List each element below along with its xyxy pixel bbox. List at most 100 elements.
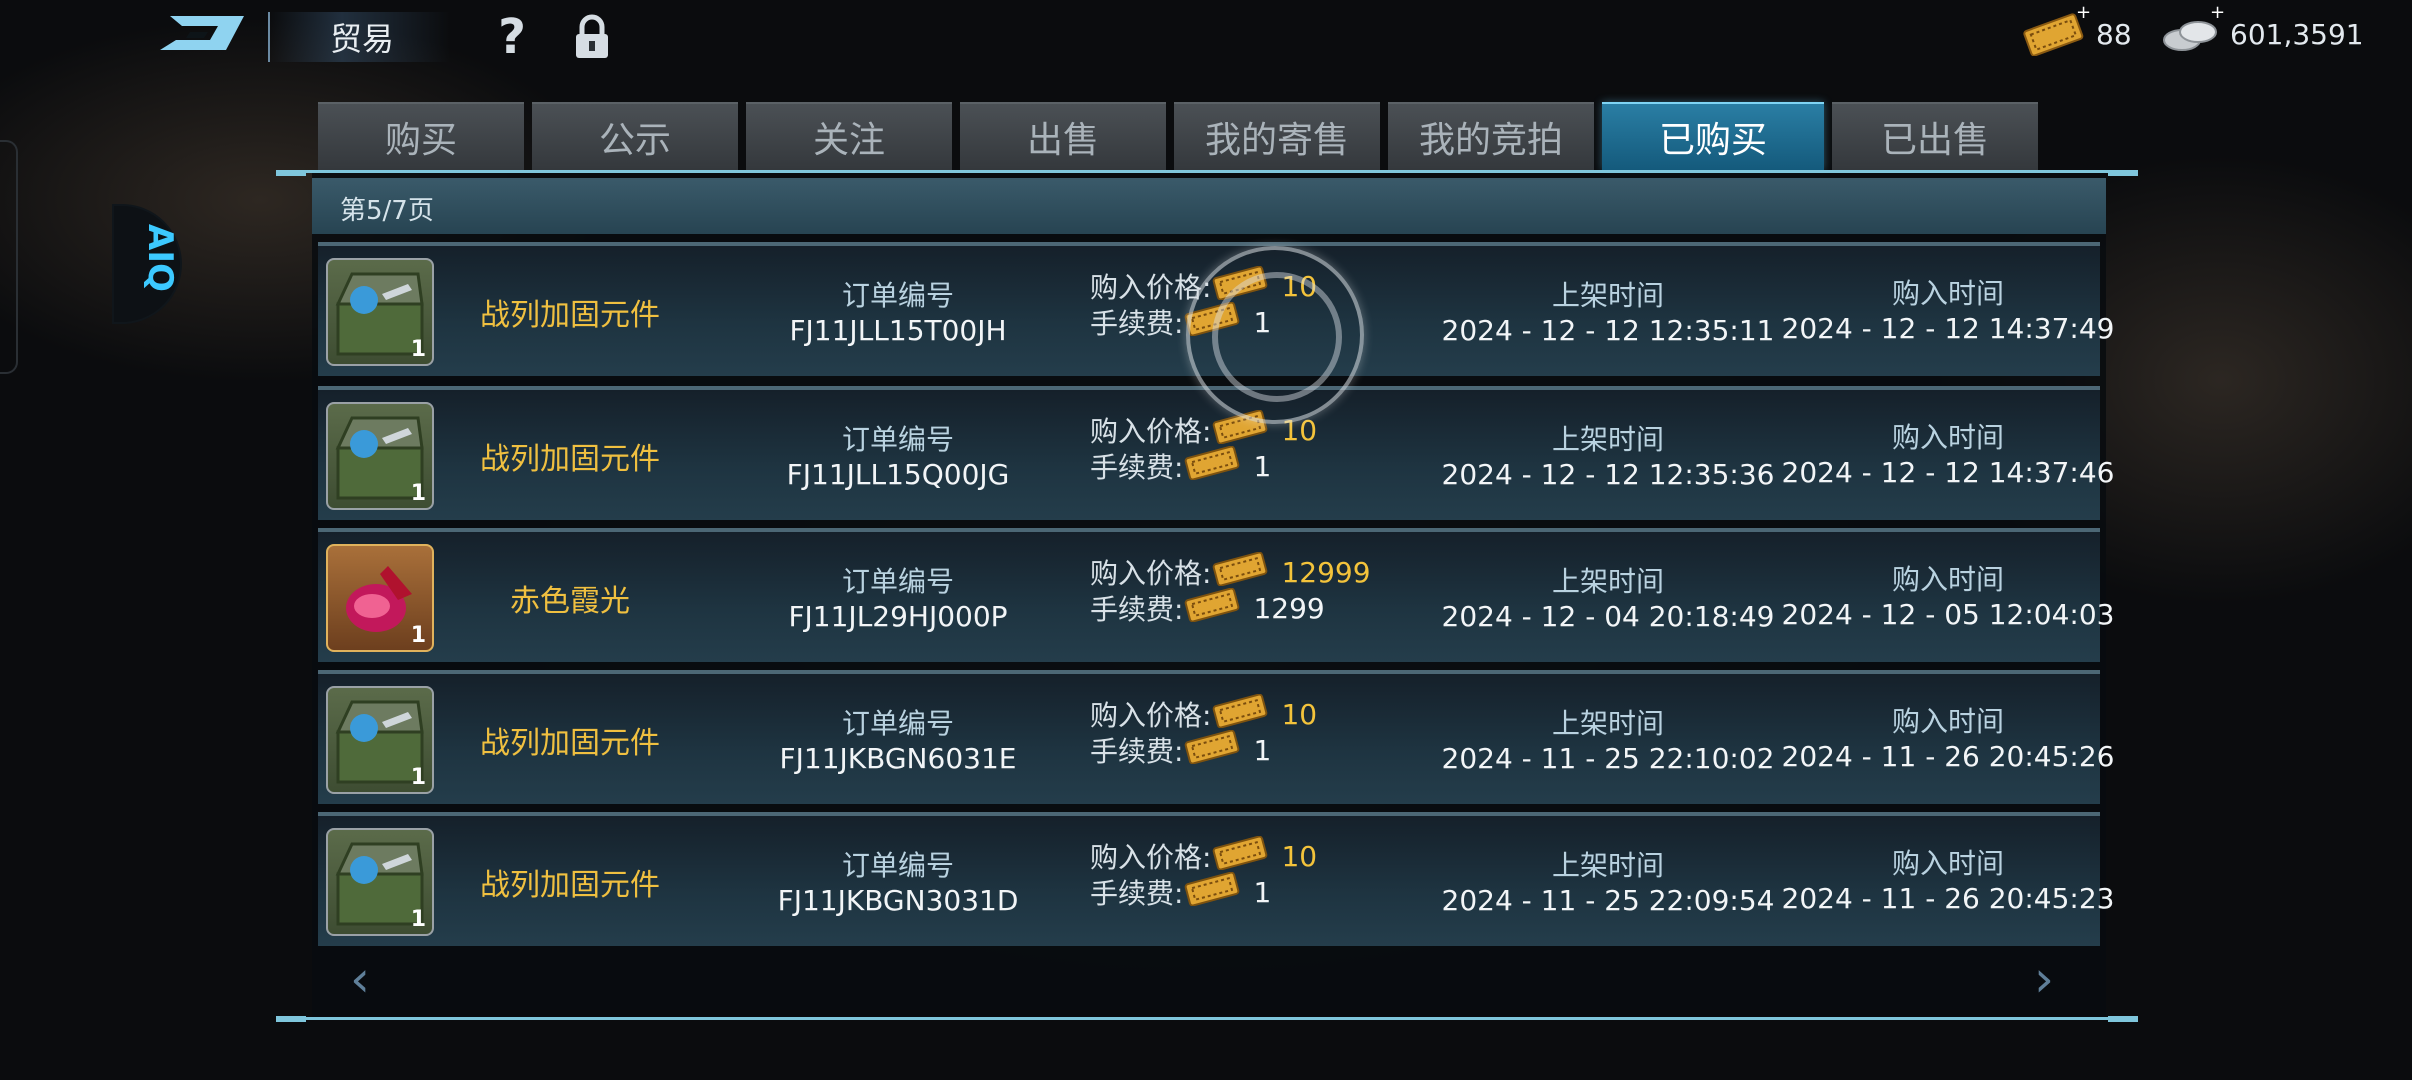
fee-label: 手续费: [1090,593,1184,626]
item-name: 赤色霞光 [510,584,630,619]
price-label: 购入价格: [1090,699,1212,732]
item-name: 战列加固元件 [480,442,660,477]
silver-currency[interactable]: + 601,3591 [2160,2,2364,56]
side-badge-text: AIQ [140,224,180,292]
bought-time: 2024 - 11 - 26 20:45:26 [1781,740,2115,773]
supply-box-icon[interactable]: 1 [326,686,434,794]
ticket-icon [1211,551,1269,593]
bought-time-col: 购入时间 2024 - 12 - 12 14:37:49 [1758,272,2138,345]
order-row[interactable]: 1 战列加固元件 订单编号 FJ11JKBGN6031E 购入价格: 10 手续… [318,670,2114,804]
order-row[interactable]: 1 赤色霞光 订单编号 FJ11JL29HJ000P 购入价格: 12999 手… [318,528,2114,662]
listed-time-label: 上架时间 [1551,279,1664,312]
listed-time-col: 上架时间 2024 - 11 - 25 22:09:54 [1418,844,1798,917]
order-number: FJ11JKBGN3031D [777,884,1019,917]
tab-my-auction[interactable]: 我的竞拍 [1388,102,1594,170]
add-ticket-icon[interactable]: + [2076,2,2091,23]
bought-time-label: 购入时间 [1891,847,2004,880]
item-quantity: 1 [410,907,426,932]
bought-time-label: 购入时间 [1891,421,2004,454]
price-label: 购入价格: [1090,557,1212,590]
order-number: FJ11JLL15T00JH [789,314,1007,347]
add-silver-icon[interactable]: + [2210,2,2225,23]
side-badge[interactable]: AIQ [112,204,182,324]
frame-bottom [276,1017,2138,1020]
supply-box-icon[interactable]: 1 [326,258,434,366]
price-value: 10 [1281,839,1318,873]
ticket-currency[interactable]: + 88 [2020,2,2132,56]
frame-corner [2108,170,2138,176]
ticket-icon [1211,693,1269,735]
frame-corner [276,170,306,176]
tab-follow[interactable]: 关注 [746,102,952,170]
listed-time-label: 上架时间 [1551,423,1664,456]
bought-time-label: 购入时间 [1891,563,2004,596]
item-quantity: 1 [410,481,426,506]
page-indicator-bar: 第5/7页 [312,178,2106,234]
tab-purchased[interactable]: 已购买 [1602,102,1824,170]
order-number-col: 订单编号 FJ11JLL15Q00JG [748,418,1048,491]
red-gem-icon[interactable]: 1 [326,544,434,652]
bought-time-col: 购入时间 2024 - 12 - 05 12:04:03 [1758,558,2138,631]
tab-sell[interactable]: 出售 [960,102,1166,170]
help-icon[interactable]: ? [490,10,534,64]
order-number-label: 订单编号 [841,849,954,882]
left-edge-handle[interactable] [0,140,18,374]
tab-my-consign[interactable]: 我的寄售 [1174,102,1380,170]
order-row[interactable]: 1 战列加固元件 订单编号 FJ11JKBGN3031D 购入价格: 10 手续… [318,812,2114,946]
bought-time-label: 购入时间 [1891,705,2004,738]
ticket-icon [1183,587,1241,629]
order-number-label: 订单编号 [841,279,954,312]
bought-time: 2024 - 12 - 12 14:37:49 [1781,312,2115,345]
frame-corner [276,1016,306,1022]
next-page-button[interactable]: › [2034,950,2054,1008]
bought-time-col: 购入时间 2024 - 11 - 26 20:45:26 [1758,700,2138,773]
listed-time: 2024 - 12 - 12 12:35:36 [1441,458,1775,491]
ticket-count: 88 [2096,17,2132,51]
top-bar: 贸易 ? + 88 + 601,3591 [0,0,2412,80]
order-number-label: 订单编号 [841,565,954,598]
item-quantity: 1 [410,337,426,362]
item-quantity: 1 [410,765,426,790]
listed-time-col: 上架时间 2024 - 12 - 12 12:35:11 [1418,274,1798,347]
order-row[interactable]: 1 战列加固元件 订单编号 FJ11JLL15Q00JG 购入价格: 10 手续… [318,386,2114,520]
fee-label: 手续费: [1090,451,1184,484]
tab-buy[interactable]: 购买 [318,102,524,170]
supply-box-icon[interactable]: 1 [326,402,434,510]
lock-icon[interactable] [572,14,612,60]
bought-time: 2024 - 12 - 12 14:37:46 [1781,456,2115,489]
ticket-icon [1183,729,1241,771]
item-name: 战列加固元件 [480,726,660,761]
listed-time-col: 上架时间 2024 - 11 - 25 22:10:02 [1418,702,1798,775]
fee-label: 手续费: [1090,307,1184,340]
listed-time-label: 上架时间 [1551,707,1664,740]
fee-value: 1 [1253,875,1272,909]
order-number: FJ11JKBGN6031E [779,742,1017,775]
ticket-icon [1183,445,1241,487]
order-number-col: 订单编号 FJ11JKBGN3031D [748,844,1048,917]
price-value: 10 [1281,697,1318,731]
prev-page-button[interactable]: ‹ [350,950,370,1008]
listed-time: 2024 - 11 - 25 22:10:02 [1441,742,1775,775]
listed-time: 2024 - 12 - 12 12:35:11 [1441,314,1775,347]
bought-time-col: 购入时间 2024 - 12 - 12 14:37:46 [1758,416,2138,489]
ticket-icon [1211,835,1269,877]
fee-value: 1 [1253,449,1272,483]
tab-announce[interactable]: 公示 [532,102,738,170]
listed-time: 2024 - 12 - 04 20:18:49 [1441,600,1775,633]
order-number-col: 订单编号 FJ11JLL15T00JH [748,274,1048,347]
listed-time: 2024 - 11 - 25 22:09:54 [1441,884,1775,917]
listed-time-col: 上架时间 2024 - 12 - 12 12:35:36 [1418,418,1798,491]
fee-label: 手续费: [1090,877,1184,910]
fee-value: 1299 [1253,591,1325,625]
price-label: 购入价格: [1090,841,1212,874]
order-number-col: 订单编号 FJ11JL29HJ000P [748,560,1048,633]
order-number: FJ11JL29HJ000P [788,600,1008,633]
tab-sold[interactable]: 已出售 [1832,102,2038,170]
supply-box-icon[interactable]: 1 [326,828,434,936]
item-name: 战列加固元件 [480,868,660,903]
bought-time: 2024 - 11 - 26 20:45:23 [1781,882,2115,915]
listed-time-label: 上架时间 [1551,849,1664,882]
price-label: 购入价格: [1090,415,1212,448]
tab-bar: 购买 公示 关注 出售 我的寄售 我的竞拍 已购买 已出售 [318,102,2038,172]
order-number-label: 订单编号 [841,707,954,740]
